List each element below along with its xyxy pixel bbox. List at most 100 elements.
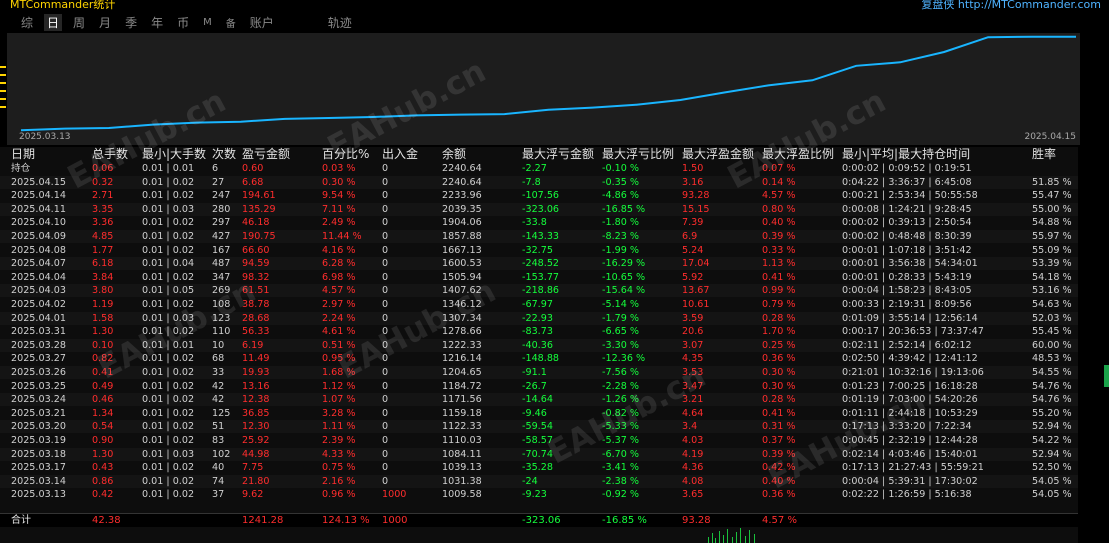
table-cell: 68 bbox=[212, 353, 225, 365]
column-header[interactable]: 胜率 bbox=[1032, 147, 1056, 162]
table-row[interactable]: 2025.03.28 0.10 0.01 | 0.01 10 6.19 0.51 % 0 12… bbox=[0, 338, 1078, 352]
table-cell: 1216.14 bbox=[442, 353, 482, 365]
column-header[interactable]: 次数 bbox=[212, 147, 236, 162]
table-cell: 0.01 | 0.02 bbox=[142, 231, 195, 242]
table-cell: 0:00:01 | 1:07:18 | 3:51:42 bbox=[842, 244, 972, 256]
tab-1[interactable]: 日 bbox=[44, 13, 63, 31]
table-row[interactable]: 2025.04.02 1.19 0.01 | 0.02 108 38.78 2.97 % 0… bbox=[0, 298, 1078, 311]
column-header[interactable]: 最大浮亏金额 bbox=[522, 147, 594, 162]
column-header[interactable]: 最小|平均|最大持仓时间 bbox=[842, 147, 970, 162]
table-cell: 2025.03.17 bbox=[11, 462, 66, 474]
table-row[interactable]: 2025.03.17 0.43 0.01 | 0.02 40 7.75 0.75 % 0 10… bbox=[0, 461, 1078, 474]
table-row[interactable]: 2025.03.27 0.82 0.01 | 0.02 68 11.49 0.95 % 0 1… bbox=[0, 352, 1078, 365]
table-cell: 2025.03.14 bbox=[11, 475, 66, 487]
table-row[interactable]: 2025.04.04 3.84 0.01 | 0.02 347 98.32 6.98 % 0… bbox=[0, 271, 1078, 284]
table-cell: 6.68 bbox=[242, 176, 264, 188]
table-cell: 7.75 bbox=[242, 462, 264, 474]
table-row[interactable]: 2025.03.21 1.34 0.01 | 0.02 125 36.85 3.28 % 0… bbox=[0, 407, 1078, 420]
tab-8[interactable]: 备 bbox=[223, 15, 239, 30]
tab-9[interactable]: 账户 bbox=[247, 14, 277, 31]
header-link[interactable]: 复盘侠 http://MTCommander.com bbox=[921, 0, 1101, 12]
table-row[interactable]: 2025.03.26 0.41 0.01 | 0.02 33 19.93 1.68 % 0 1… bbox=[0, 366, 1078, 379]
table-row[interactable]: 2025.04.08 1.77 0.01 | 0.02 167 66.60 4.16 % 0… bbox=[0, 244, 1078, 257]
column-header[interactable]: 日期 bbox=[11, 147, 35, 162]
table-cell: 36.85 bbox=[242, 407, 270, 419]
table-cell: -24 bbox=[522, 475, 538, 487]
table-row[interactable]: 2025.04.14 2.71 0.01 | 0.02 247 194.61 9.54 %… bbox=[0, 189, 1078, 202]
table-cell: 1.30 bbox=[92, 448, 114, 460]
table-cell: 1.13 % bbox=[762, 258, 796, 270]
table-cell: 13.16 bbox=[242, 380, 270, 392]
column-header[interactable]: 最大浮盈比例 bbox=[762, 147, 834, 162]
table-row[interactable]: 2025.03.31 1.30 0.01 | 0.02 110 56.33 4.61 % 0… bbox=[0, 325, 1078, 338]
table-cell: 1184.72 bbox=[442, 380, 482, 392]
table-row[interactable]: 2025.04.15 0.32 0.01 | 0.02 27 6.68 0.30 % 0 22… bbox=[0, 175, 1078, 189]
table-cell: 2025.04.15 bbox=[11, 176, 66, 188]
table-cell: 0.03 % bbox=[322, 163, 356, 174]
table-cell: 2025.03.28 bbox=[11, 339, 66, 351]
tab-3[interactable]: 月 bbox=[96, 14, 114, 31]
table-cell: 1204.65 bbox=[442, 367, 482, 378]
table-cell: 21.80 bbox=[242, 475, 270, 487]
table-cell: 2025.04.07 bbox=[11, 258, 66, 270]
table-cell: 2025.04.04 bbox=[11, 271, 66, 283]
tab-10[interactable]: 轨迹 bbox=[325, 14, 355, 31]
table-cell: 0.01 | 0.02 bbox=[142, 421, 195, 433]
table-cell: -148.88 bbox=[522, 353, 560, 365]
table-cell: 0 bbox=[382, 448, 389, 460]
table-cell: -2.27 bbox=[522, 163, 547, 174]
table-cell: 0.01 | 0.02 bbox=[142, 271, 195, 283]
table-row[interactable]: 2025.04.09 4.85 0.01 | 0.02 427 190.75 11.44 … bbox=[0, 230, 1078, 243]
table-cell: 2233.96 bbox=[442, 190, 482, 202]
table-cell: 2025.03.26 bbox=[11, 367, 66, 378]
table-cell: -59.54 bbox=[522, 421, 553, 433]
table-row[interactable]: 2025.04.07 6.18 0.01 | 0.04 487 94.59 6.28 % 0… bbox=[0, 257, 1078, 271]
table-cell: 0.51 % bbox=[322, 339, 356, 351]
column-header[interactable]: 盈亏金额 bbox=[242, 147, 290, 162]
table-cell: 4.64 bbox=[682, 407, 704, 419]
column-header[interactable]: 余额 bbox=[442, 147, 466, 162]
table-row[interactable]: 2025.03.25 0.49 0.01 | 0.02 42 13.16 1.12 % 0 1… bbox=[0, 380, 1078, 393]
table-row[interactable]: 2025.04.03 3.80 0.01 | 0.05 269 61.51 4.57 % 0… bbox=[0, 284, 1078, 298]
column-header[interactable]: 最大浮盈金额 bbox=[682, 147, 754, 162]
table-row[interactable]: 2025.03.13 0.42 0.01 | 0.02 37 9.62 0.96 % 100… bbox=[0, 488, 1078, 501]
table-cell: 1346.12 bbox=[442, 299, 482, 310]
tab-7[interactable]: M bbox=[200, 17, 215, 28]
table-row[interactable]: 2025.03.19 0.90 0.01 | 0.02 83 25.92 2.39 % 0 1… bbox=[0, 434, 1078, 447]
table-row[interactable]: 持仓 0.06 0.01 | 0.01 6 0.60 0.03 % 0 2240.64 -2.2… bbox=[0, 162, 1078, 175]
column-header[interactable]: 最大浮亏比例 bbox=[602, 147, 674, 162]
table-cell: 54.05 % bbox=[1032, 475, 1072, 487]
table-cell: 1009.58 bbox=[442, 489, 482, 501]
tab-0[interactable]: 综 bbox=[18, 14, 36, 31]
table-row[interactable]: 2025.03.14 0.86 0.01 | 0.02 74 21.80 2.16 % 0 1… bbox=[0, 474, 1078, 488]
column-header[interactable]: 出入金 bbox=[382, 147, 418, 162]
table-cell: 11.49 bbox=[242, 353, 270, 365]
table-cell: 2025.04.11 bbox=[11, 203, 66, 215]
column-header[interactable]: 总手数 bbox=[92, 147, 128, 162]
table-row[interactable]: 2025.04.10 3.36 0.01 | 0.02 297 46.18 2.49 % 0… bbox=[0, 216, 1078, 229]
table-cell: 280 bbox=[212, 203, 231, 215]
table-row[interactable]: 2025.03.18 1.30 0.01 | 0.03 102 44.98 4.33 % 0… bbox=[0, 447, 1078, 461]
table-cell: 123 bbox=[212, 312, 231, 324]
tab-6[interactable]: 币 bbox=[174, 14, 192, 31]
table-row[interactable]: 2025.03.24 0.46 0.01 | 0.02 42 12.38 1.07 % 0 1… bbox=[0, 393, 1078, 407]
table-cell: 1904.06 bbox=[442, 217, 482, 229]
table-cell: 1000 bbox=[382, 489, 407, 501]
table-cell: 0.60 bbox=[242, 163, 264, 174]
tab-2[interactable]: 周 bbox=[70, 14, 88, 31]
table-cell: -35.28 bbox=[522, 462, 553, 474]
table-cell: -22.93 bbox=[522, 312, 553, 324]
tab-5[interactable]: 年 bbox=[148, 14, 166, 31]
table-row[interactable]: 2025.04.11 3.35 0.01 | 0.03 280 135.29 7.11 %… bbox=[0, 202, 1078, 216]
column-header[interactable]: 最小|大手数 bbox=[142, 147, 206, 162]
scroll-marker[interactable] bbox=[1104, 365, 1109, 387]
table-row[interactable]: 2025.03.20 0.54 0.01 | 0.02 51 12.30 1.11 % 0 1… bbox=[0, 420, 1078, 434]
tab-4[interactable]: 季 bbox=[122, 14, 140, 31]
table-cell: -70.74 bbox=[522, 448, 553, 460]
table-cell: 0 bbox=[382, 203, 389, 215]
table-cell: -0.92 % bbox=[602, 489, 639, 501]
table-row[interactable]: 2025.04.01 1.58 0.01 | 0.03 123 28.68 2.24 % 0… bbox=[0, 311, 1078, 325]
column-header[interactable]: 百分比% bbox=[322, 147, 369, 162]
table-cell: 0.41 % bbox=[762, 271, 796, 283]
table-cell: -0.35 % bbox=[602, 176, 639, 188]
